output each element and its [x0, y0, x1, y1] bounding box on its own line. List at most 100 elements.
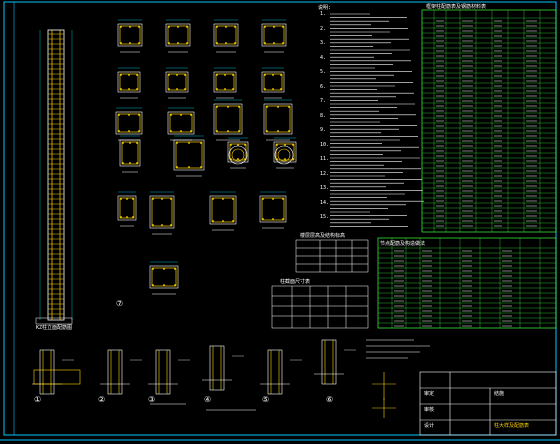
section-stirrup [167, 25, 189, 45]
small-table-1-title: 楼层层高及结构标高 [300, 233, 346, 239]
section-stirrup [121, 141, 139, 165]
section-stirrup [215, 73, 235, 91]
title-block-row-1: 审定 [424, 391, 435, 397]
rebar-dot [224, 88, 226, 90]
rebar-dot [152, 284, 154, 286]
section-stirrup [119, 25, 141, 45]
section-stirrup [263, 73, 283, 91]
rebar-dot [276, 144, 278, 146]
rebar-dot [200, 166, 202, 168]
title-block-drawing-name: 柱大样及配筋表 [494, 423, 530, 429]
rebar-dot [136, 74, 138, 76]
note-number: 2. [320, 25, 327, 32]
rebar-dot [225, 26, 227, 28]
detail-marker: ④ [204, 395, 212, 404]
rebar-dot [284, 144, 286, 146]
rebar-dot [216, 26, 218, 28]
drawing-border [3, 1, 557, 436]
rebar-dot [128, 74, 130, 76]
rebar-dot [273, 42, 275, 44]
note-number: 4. [320, 54, 327, 61]
rebar-dot [128, 130, 130, 132]
round-section [228, 145, 248, 165]
rebar-dot [138, 26, 140, 28]
rebar-dot [176, 74, 178, 76]
bottom-node-details [32, 339, 356, 411]
section-outline [209, 195, 237, 225]
rebar-dot [262, 218, 264, 220]
note-number: 3. [320, 40, 327, 46]
rebar-dot [129, 142, 131, 144]
rebar-dot [120, 74, 122, 76]
rebar-dot [216, 106, 218, 108]
note-number: 15. [320, 214, 330, 220]
title-block-row-3: 设计 [424, 423, 435, 429]
note-number: 6. [320, 83, 327, 90]
rebar-dot [272, 198, 274, 200]
footing-detail [33, 369, 81, 385]
rebar-dot [170, 114, 172, 116]
rebar-dot [120, 26, 122, 28]
rebar-dot [272, 74, 274, 76]
cad-drawing-canvas[interactable] [0, 0, 560, 444]
column-elevation-label: KZ柱立面配筋图 [36, 325, 73, 331]
title-block-row-2: 审核 [424, 407, 435, 413]
rebar-dot [184, 74, 186, 76]
rebar-dot [161, 224, 163, 226]
rebar-dot [129, 42, 131, 44]
rebar-dot [170, 224, 172, 226]
section-stirrup [169, 113, 193, 133]
rebar-dot [212, 198, 214, 200]
rebar-dot [180, 114, 182, 116]
rebar-dot [174, 284, 176, 286]
column-reinforcement-schedule-table [421, 9, 557, 233]
rebar-dot [126, 216, 128, 218]
small-table-2-title: 柱截面尺寸表 [280, 279, 311, 285]
rebar-dot [232, 88, 234, 90]
right-table-title: 框架柱配筋表及钢筋材料表 [426, 4, 487, 10]
column-elevation [35, 29, 73, 325]
rebar-dot [288, 106, 290, 108]
small-table-column-sizes [271, 285, 369, 329]
rebar-dot [188, 166, 190, 168]
rebar-dot [118, 114, 120, 116]
rebar-dot [170, 198, 172, 200]
round-section-stirrup [277, 148, 291, 162]
rebar-dot [266, 130, 268, 132]
node-reinforcement-table [377, 237, 557, 329]
rebar-dot [186, 42, 188, 44]
rebar-dot [118, 130, 120, 132]
rebar-dot [280, 74, 282, 76]
rebar-dot [273, 26, 275, 28]
rebar-dot [170, 130, 172, 132]
rebar-dot [232, 74, 234, 76]
rebar-dot [222, 220, 224, 222]
rebar-dot [129, 162, 131, 164]
rebar-dot [227, 106, 229, 108]
title-block [419, 371, 557, 436]
rebar-dot [224, 74, 226, 76]
section-stirrup [175, 141, 203, 169]
section-stirrup [151, 267, 177, 287]
rebar-dot [284, 158, 286, 160]
detail-column [39, 349, 55, 395]
rebar-dot [136, 88, 138, 90]
note-number: 14. [320, 199, 330, 206]
rebar-dot [132, 216, 134, 218]
rebar-dot [122, 142, 124, 144]
rebar-dot [277, 130, 279, 132]
rebar-dot [237, 158, 239, 160]
detail-marker: ③ [148, 395, 156, 404]
rebar-dot [129, 26, 131, 28]
rebar-dot [277, 106, 279, 108]
rebar-dot [272, 88, 274, 90]
rebar-dot [262, 198, 264, 200]
rebar-dot [152, 198, 154, 200]
section-stirrup [117, 113, 141, 133]
rebar-dot [234, 26, 236, 28]
rebar-dot [138, 42, 140, 44]
rebar-dot [288, 130, 290, 132]
rebar-dot [120, 198, 122, 200]
section-stirrup [211, 197, 235, 223]
rebar-dot [177, 26, 179, 28]
